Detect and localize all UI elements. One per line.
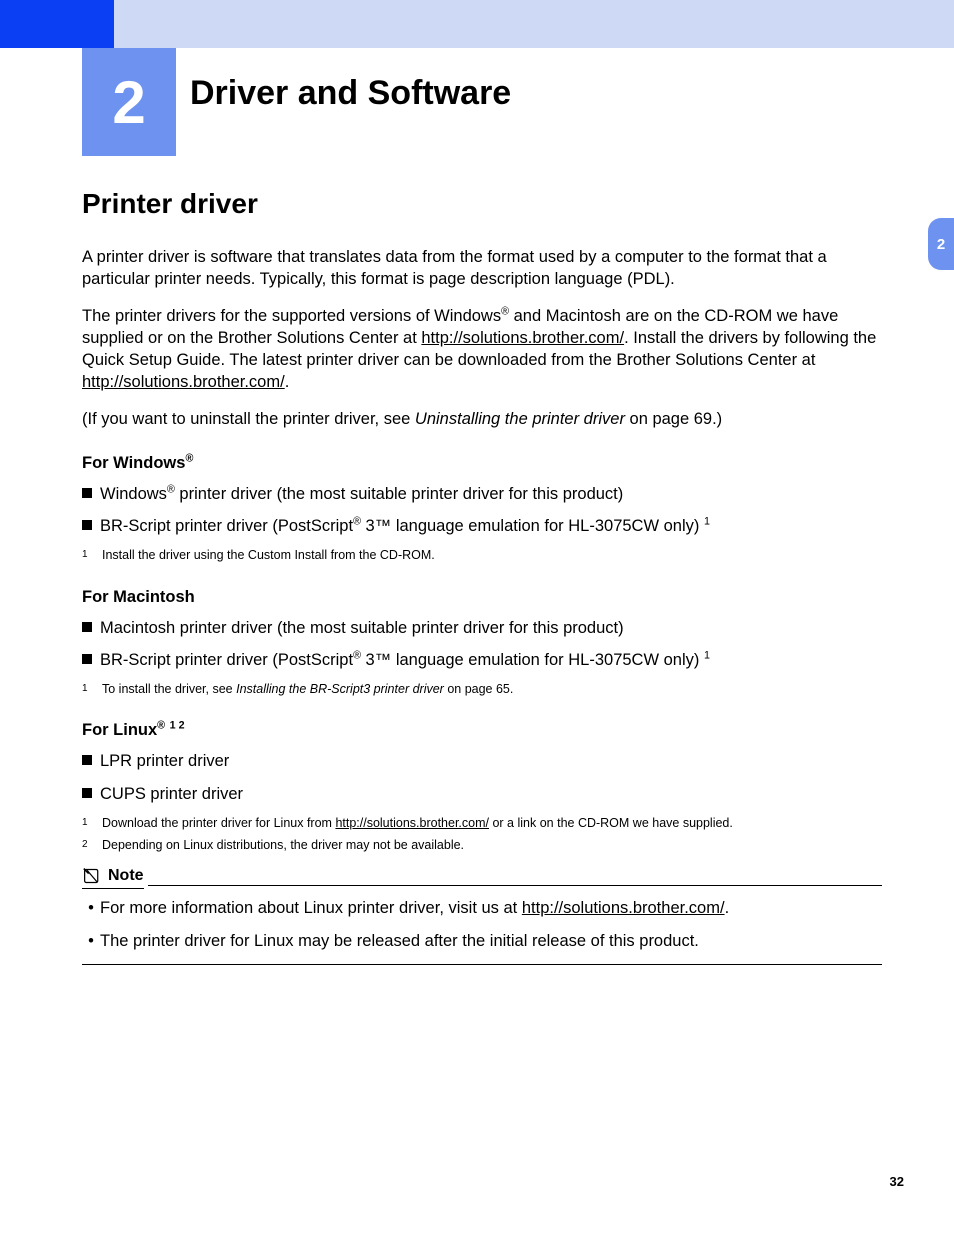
bullet-text: BR-Script printer driver (PostScript® 3™… [100,515,710,537]
paragraph-intro: A printer driver is software that transl… [82,246,882,291]
footnote-text: Depending on Linux distributions, the dr… [102,837,464,853]
footnote-linux-1: 1 Download the printer driver for Linux … [82,815,882,831]
link-solutions-4[interactable]: http://solutions.brother.com/ [522,899,725,917]
xref-uninstall[interactable]: Uninstalling the printer driver [415,410,625,428]
text: Windows [100,485,167,503]
header-accent-left [0,0,114,48]
square-bullet-icon [82,755,92,765]
text: To install the driver, see [102,682,236,696]
square-bullet-icon [82,520,92,530]
square-bullet-icon [82,488,92,498]
text: BR-Script printer driver (PostScript [100,651,353,669]
reg-mark: ® [167,483,175,495]
footnote-number: 1 [82,815,102,831]
link-solutions-1[interactable]: http://solutions.brother.com/ [421,329,624,347]
text: or a link on the CD-ROM we have supplied… [489,816,733,830]
square-bullet-icon [82,622,92,632]
bullet-text: LPR printer driver [100,750,229,772]
paragraph-uninstall: (If you want to uninstall the printer dr… [82,408,882,430]
link-solutions-2[interactable]: http://solutions.brother.com/ [82,373,285,391]
text: on page 69.) [625,410,722,428]
footnote-ref-1: 1 [704,649,710,661]
paragraph-drivers: The printer drivers for the supported ve… [82,305,882,394]
header-accent-right [114,0,954,48]
text: printer driver (the most suitable printe… [175,485,623,503]
page-content: Printer driver A printer driver is softw… [82,188,882,965]
dot-bullet-icon: • [82,897,100,919]
text: Download the printer driver for Linux fr… [102,816,335,830]
note-title: Note [108,867,144,885]
text: BR-Script printer driver (PostScript [100,517,353,535]
xref-brscript[interactable]: Installing the BR-Script3 printer driver [236,682,444,696]
text: For Windows [82,454,185,472]
chapter-number: 2 [112,68,145,137]
chapter-number-box: 2 [82,48,176,156]
note-top-rule: Note [82,867,882,889]
footnote-number: 2 [82,837,102,853]
reg-mark: ® [185,452,193,464]
note-body: • For more information about Linux print… [82,897,882,965]
text: For Linux [82,721,157,739]
bullet-text: For more information about Linux printer… [100,897,729,919]
text: 3™ language emulation for HL-3075CW only… [361,517,704,535]
text: (If you want to uninstall the printer dr… [82,410,415,428]
footnote-text: To install the driver, see Installing th… [102,681,513,697]
bullet-linux-1: LPR printer driver [82,750,882,772]
subhead-windows: For Windows® [82,454,882,473]
bullet-text: BR-Script printer driver (PostScript® 3™… [100,649,710,671]
chapter-title: Driver and Software [190,74,511,113]
footnote-mac-1: 1 To install the driver, see Installing … [82,681,882,697]
text: 3™ language emulation for HL-3075CW only… [361,651,704,669]
reg-mark: ® [157,720,165,732]
bullet-win-1: Windows® printer driver (the most suitab… [82,483,882,505]
bullet-mac-1: Macintosh printer driver (the most suita… [82,617,882,639]
side-tab-label: 2 [937,236,945,253]
reg-mark: ® [353,516,361,528]
text: . [725,899,730,917]
page-number: 32 [890,1174,904,1189]
note-bullet-1: • For more information about Linux print… [82,897,882,919]
section-heading: Printer driver [82,188,882,220]
bullet-win-2: BR-Script printer driver (PostScript® 3™… [82,515,882,537]
text: . [285,373,290,391]
subhead-linux: For Linux® 1 2 [82,721,882,740]
bullet-text: The printer driver for Linux may be rele… [100,930,699,952]
bullet-text: Macintosh printer driver (the most suita… [100,617,624,639]
footnote-number: 1 [82,547,102,563]
reg-mark: ® [353,649,361,661]
footnote-number: 1 [82,681,102,697]
text: For more information about Linux printer… [100,899,522,917]
reg-mark: ® [501,305,509,317]
footnote-linux-2: 2 Depending on Linux distributions, the … [82,837,882,853]
subhead-mac: For Macintosh [82,588,882,607]
footnote-win-1: 1 Install the driver using the Custom In… [82,547,882,563]
bullet-mac-2: BR-Script printer driver (PostScript® 3™… [82,649,882,671]
footnote-ref-1: 1 [704,516,710,528]
note-bullet-2: • The printer driver for Linux may be re… [82,930,882,952]
square-bullet-icon [82,654,92,664]
dot-bullet-icon: • [82,930,100,952]
footnote-text: Install the driver using the Custom Inst… [102,547,435,563]
footnote-ref-12: 1 2 [170,720,185,732]
footnote-text: Download the printer driver for Linux fr… [102,815,733,831]
bullet-text: Windows® printer driver (the most suitab… [100,483,623,505]
bullet-linux-2: CUPS printer driver [82,783,882,805]
text: The printer drivers for the supported ve… [82,307,501,325]
bullet-text: CUPS printer driver [100,783,243,805]
link-solutions-3[interactable]: http://solutions.brother.com/ [335,816,489,830]
square-bullet-icon [82,788,92,798]
note-icon [82,867,102,885]
text: on page 65. [444,682,514,696]
side-tab: 2 [928,218,954,270]
